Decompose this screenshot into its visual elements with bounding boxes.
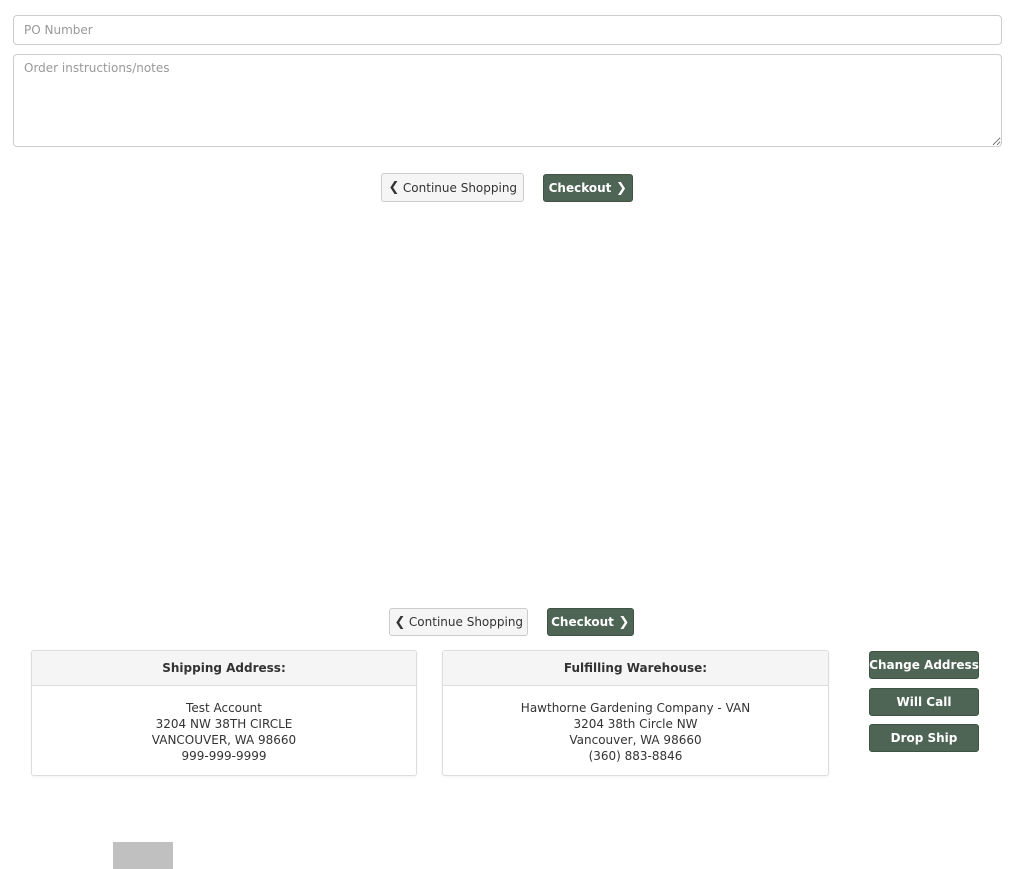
warehouse-phone: (360) 883-8846 <box>588 749 683 763</box>
shipping-address-body: Test Account 3204 NW 38TH CIRCLE VANCOUV… <box>32 686 416 764</box>
will-call-button[interactable]: Will Call <box>869 688 979 716</box>
change-address-label: Change Address <box>869 658 979 672</box>
fulfilling-warehouse-heading: Fulfilling Warehouse: <box>443 651 828 686</box>
checkout-label: Checkout <box>548 181 612 195</box>
shipping-phone: 999-999-9999 <box>181 749 267 763</box>
continue-shopping-button-bottom[interactable]: ❮ Continue Shopping <box>389 608 528 636</box>
fulfilling-warehouse-panel: Fulfilling Warehouse: Hawthorne Gardenin… <box>442 650 829 776</box>
chevron-right-icon: ❯ <box>615 180 627 196</box>
shipping-city-state-zip: VANCOUVER, WA 98660 <box>151 733 297 747</box>
shipping-address-heading: Shipping Address: <box>32 651 416 686</box>
chevron-left-icon: ❮ <box>388 180 400 195</box>
order-notes-textarea[interactable] <box>13 54 1002 147</box>
shipping-name: Test Account <box>186 701 262 715</box>
change-address-button[interactable]: Change Address <box>869 651 979 679</box>
warehouse-city-state-zip: Vancouver, WA 98660 <box>569 733 702 747</box>
chevron-left-icon: ❮ <box>394 614 406 630</box>
warehouse-name: Hawthorne Gardening Company - VAN <box>520 701 751 715</box>
continue-shopping-button-top[interactable]: ❮ Continue Shopping <box>381 173 524 202</box>
drop-ship-button[interactable]: Drop Ship <box>869 724 979 752</box>
checkout-label: Checkout <box>551 615 614 629</box>
shipping-street: 3204 NW 38TH CIRCLE <box>155 717 293 731</box>
checkout-button-bottom[interactable]: Checkout ❯ <box>547 608 634 636</box>
po-number-input[interactable] <box>13 15 1002 45</box>
continue-shopping-label: Continue Shopping <box>402 180 518 195</box>
checkout-button-top[interactable]: Checkout ❯ <box>543 174 633 202</box>
gray-placeholder-block <box>113 842 173 869</box>
will-call-label: Will Call <box>896 695 952 709</box>
shipping-address-panel: Shipping Address: Test Account 3204 NW 3… <box>31 650 417 776</box>
warehouse-street: 3204 38th Circle NW <box>573 717 698 731</box>
continue-shopping-label: Continue Shopping <box>408 615 524 629</box>
fulfilling-warehouse-body: Hawthorne Gardening Company - VAN 3204 3… <box>443 686 828 764</box>
chevron-right-icon: ❯ <box>618 614 630 630</box>
drop-ship-label: Drop Ship <box>890 731 958 745</box>
